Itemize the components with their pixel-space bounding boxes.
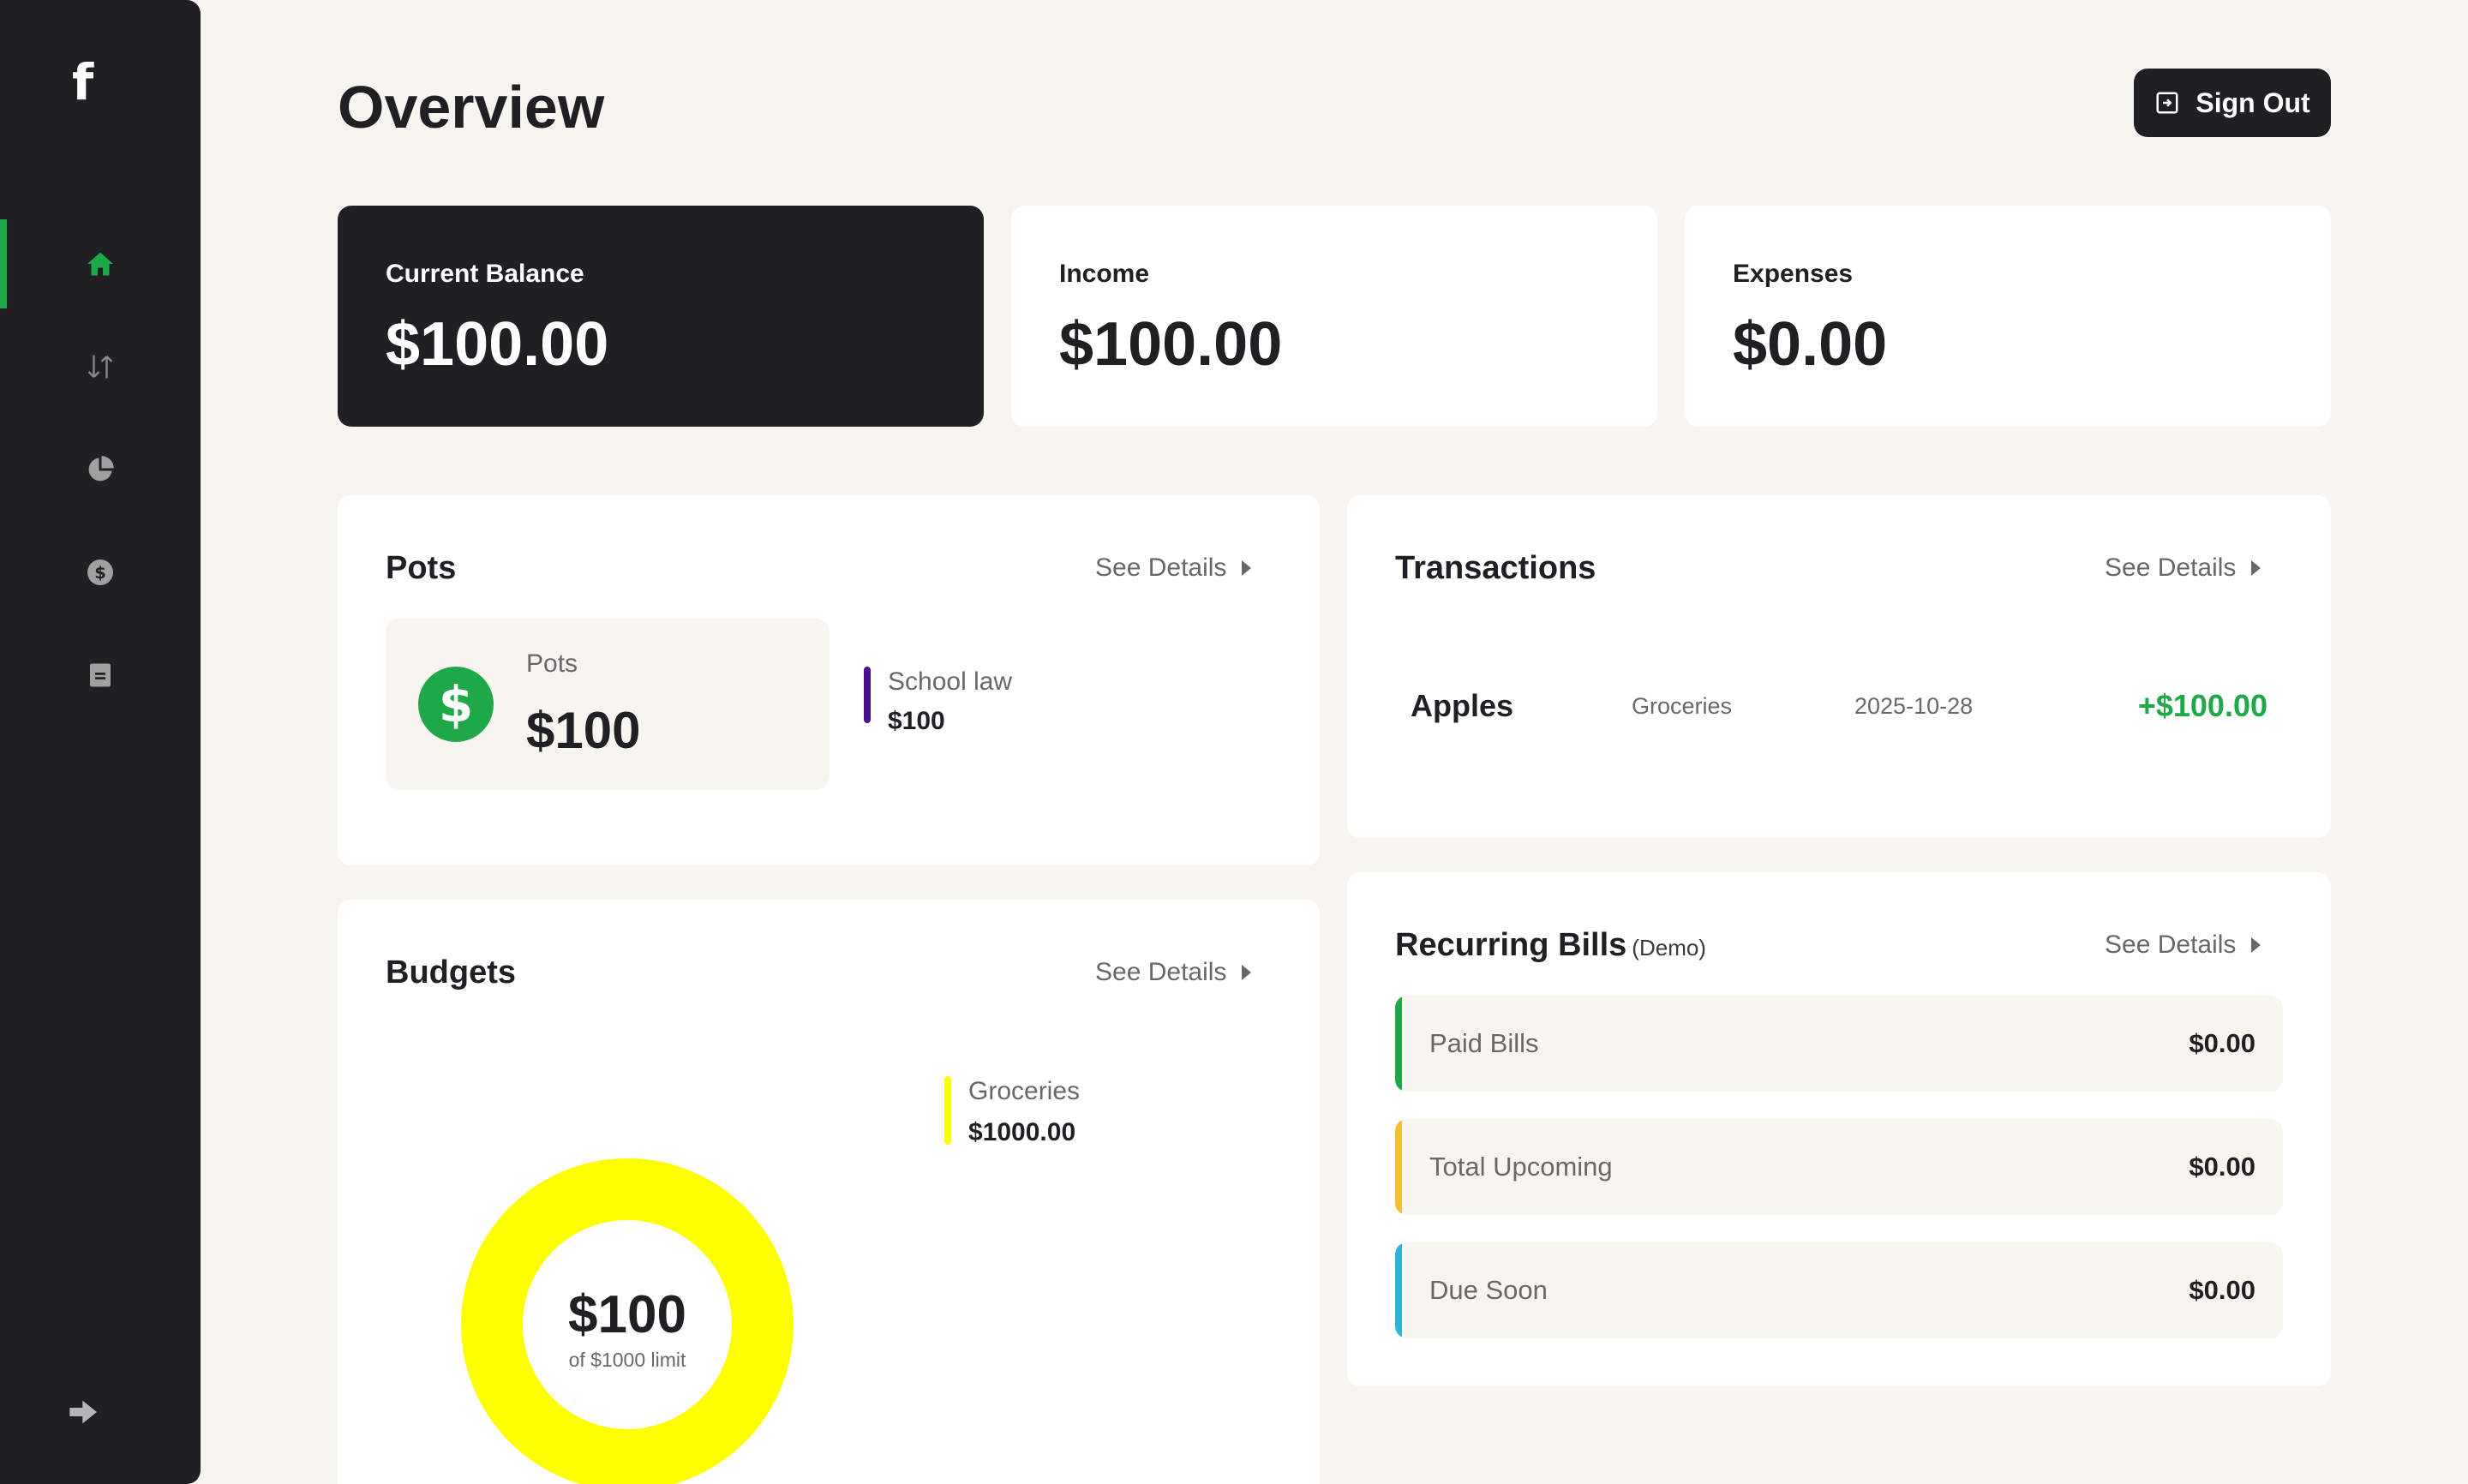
bill-value: $0.00 bbox=[2189, 1275, 2255, 1305]
current-balance-card: Current Balance $100.00 bbox=[338, 206, 984, 427]
svg-text:$: $ bbox=[94, 563, 106, 583]
bill-name: Total Upcoming bbox=[1429, 1152, 1613, 1182]
budget-limit-text: of $1000 limit bbox=[568, 1349, 686, 1371]
see-details-label: See Details bbox=[2105, 930, 2237, 959]
income-label: Income bbox=[1059, 260, 1150, 288]
bill-due-soon: Due Soon $0.00 bbox=[1395, 1242, 2283, 1338]
dollar-icon: $ bbox=[418, 667, 494, 742]
expenses-card: Expenses $0.00 bbox=[1685, 206, 2331, 427]
budgets-title: Budgets bbox=[386, 954, 516, 990]
budgets-icon bbox=[88, 456, 114, 482]
pot-value: $100 bbox=[888, 707, 945, 735]
arrow-right-icon[interactable] bbox=[67, 1395, 101, 1429]
pot-name: School law bbox=[888, 667, 1013, 696]
sidebar-item-pots[interactable]: $ bbox=[0, 528, 201, 617]
bill-upcoming: Total Upcoming $0.00 bbox=[1395, 1119, 2283, 1215]
expenses-label: Expenses bbox=[1733, 260, 1854, 288]
sign-out-icon bbox=[2156, 92, 2178, 114]
transactions-title: Transactions bbox=[1395, 550, 1596, 586]
bill-name: Due Soon bbox=[1429, 1275, 1548, 1305]
budget-value: $1000.00 bbox=[968, 1118, 1076, 1146]
recurring-bills-title-text: Recurring Bills bbox=[1395, 927, 1627, 963]
sidebar-item-recurring-bills[interactable] bbox=[0, 631, 201, 720]
caret-right-icon bbox=[2251, 560, 2261, 576]
pots-title: Pots bbox=[386, 550, 457, 586]
sidebar-item-budgets[interactable] bbox=[0, 425, 201, 514]
transaction-date: 2025-10-28 bbox=[1854, 693, 1974, 719]
bill-value: $0.00 bbox=[2189, 1028, 2255, 1058]
demo-tag: (Demo) bbox=[1632, 935, 1706, 960]
caret-right-icon bbox=[1242, 965, 1252, 980]
sign-out-button[interactable]: Sign Out bbox=[2134, 69, 2331, 137]
pots-icon: $ bbox=[87, 559, 113, 585]
see-details-label: See Details bbox=[1095, 958, 1227, 986]
sidebar-item-overview[interactable] bbox=[0, 219, 201, 308]
bill-name: Paid Bills bbox=[1429, 1028, 1539, 1058]
caret-right-icon bbox=[2251, 937, 2261, 953]
pot-color-bar bbox=[864, 667, 871, 723]
pots-total-label: Pots bbox=[526, 649, 578, 678]
transaction-category: Groceries bbox=[1632, 693, 1733, 719]
pots-total-value: $100 bbox=[526, 702, 641, 759]
current-balance-value: $100.00 bbox=[386, 310, 609, 379]
transaction-row[interactable]: Apples Groceries 2025-10-28 +$100.00 bbox=[1411, 682, 2267, 730]
bill-accent-bar bbox=[1395, 1242, 1402, 1338]
see-details-label: See Details bbox=[1095, 554, 1227, 582]
budget-spent-value: $100 bbox=[568, 1285, 686, 1344]
budget-donut-center: $100 of $1000 limit bbox=[461, 1285, 794, 1373]
recurring-bills-title: Recurring Bills (Demo) bbox=[1395, 924, 1706, 969]
page-title: Overview bbox=[338, 74, 605, 141]
see-details-label: See Details bbox=[2105, 554, 2237, 582]
expenses-value: $0.00 bbox=[1733, 310, 1888, 379]
app-logo: f bbox=[72, 53, 94, 111]
caret-right-icon bbox=[1242, 560, 1252, 576]
pots-total-box: $ Pots $100 bbox=[386, 619, 830, 790]
budget-color-bar bbox=[944, 1076, 951, 1145]
recurring-bills-see-details-link[interactable]: See Details bbox=[2105, 928, 2261, 962]
recurring-bills-icon bbox=[90, 663, 111, 687]
sign-out-label: Sign Out bbox=[2195, 87, 2310, 118]
transactions-see-details-link[interactable]: See Details bbox=[2105, 551, 2261, 585]
current-balance-label: Current Balance bbox=[386, 260, 584, 288]
transaction-name: Apples bbox=[1411, 688, 1514, 723]
budget-name: Groceries bbox=[968, 1077, 1081, 1105]
pots-see-details-link[interactable]: See Details bbox=[1095, 551, 1252, 585]
bill-accent-bar bbox=[1395, 1119, 1402, 1215]
budgets-see-details-link[interactable]: See Details bbox=[1095, 955, 1252, 990]
budget-legend-item: Groceries $1000.00 bbox=[944, 1074, 1080, 1150]
home-icon bbox=[87, 252, 113, 276]
sidebar-item-transactions[interactable] bbox=[0, 322, 201, 411]
sidebar: f $ bbox=[0, 0, 201, 1484]
pot-legend-item: School law $100 bbox=[864, 665, 1012, 739]
bill-paid: Paid Bills $0.00 bbox=[1395, 996, 2283, 1092]
transaction-amount: +$100.00 bbox=[2137, 688, 2267, 723]
bill-value: $0.00 bbox=[2189, 1152, 2255, 1182]
bill-accent-bar bbox=[1395, 996, 1402, 1092]
income-card: Income $100.00 bbox=[1011, 206, 1657, 427]
income-value: $100.00 bbox=[1059, 310, 1283, 379]
transactions-icon bbox=[87, 355, 113, 379]
